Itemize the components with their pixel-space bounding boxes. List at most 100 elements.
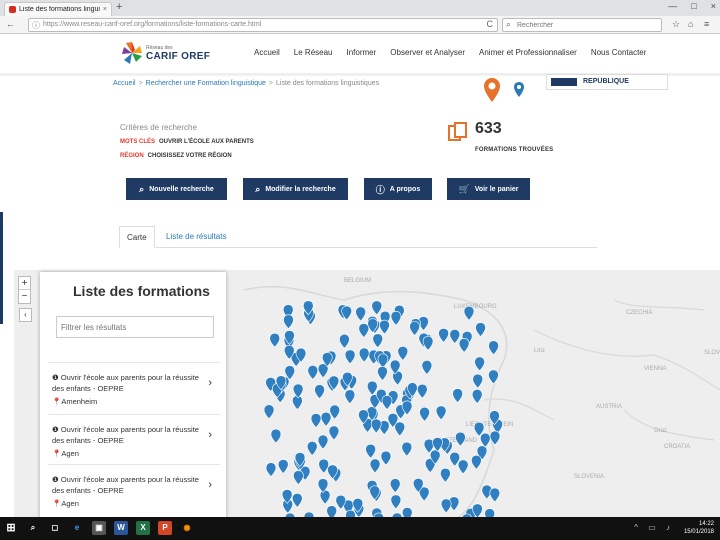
filter-input[interactable] [56,316,214,338]
map-marker[interactable] [291,492,303,508]
map-marker[interactable] [390,494,402,510]
map-marker[interactable] [265,462,277,478]
map-marker[interactable] [471,454,482,470]
map-marker[interactable] [488,340,499,356]
map-marker[interactable] [440,498,452,514]
search-icon[interactable]: ⌕ [26,521,40,535]
map-marker[interactable] [394,421,406,437]
map-marker[interactable] [377,353,389,369]
map-marker[interactable] [488,369,499,385]
view-cart-button[interactable]: 🛒 Voir le panier [447,178,530,200]
reload-icon[interactable]: C [487,19,494,29]
map-marker[interactable] [320,411,332,427]
map-marker[interactable] [479,432,491,448]
map-marker[interactable] [369,458,381,474]
map-marker[interactable] [390,311,402,326]
map-marker[interactable] [269,332,281,348]
firefox-icon[interactable]: ◉ [180,521,194,535]
map-marker[interactable] [452,388,463,404]
word-icon[interactable]: W [114,521,128,535]
about-button[interactable]: ⓘ A propos [364,178,432,200]
address-bar[interactable]: ⓘ https://www.reseau-carif-oref.org/form… [28,18,498,32]
zoom-in-button[interactable]: + [19,277,30,290]
chevron-right-icon[interactable]: › [208,377,212,389]
clock[interactable]: 14:22 15/01/2018 [684,520,714,536]
new-search-button[interactable]: ⌕ Nouvelle recherche [126,178,227,200]
map-marker[interactable] [372,333,384,349]
map-marker[interactable] [377,366,388,381]
browser-tab[interactable]: Liste des formations linguis... × [4,2,112,16]
map-marker[interactable] [381,395,393,410]
map-marker[interactable] [389,478,401,494]
map-marker[interactable] [371,300,383,316]
list-item[interactable]: ❶ Ouvrir l'école aux parents pour la réu… [48,464,220,510]
back-icon[interactable]: ← [6,19,15,29]
map-marker[interactable] [463,305,475,321]
modify-search-button[interactable]: ⌕ Modifier la recherche [243,178,348,200]
map-marker[interactable] [471,389,483,404]
zoom-out-button[interactable]: − [19,290,30,303]
map-marker[interactable] [292,395,303,410]
breadcrumb-recherche[interactable]: Rechercher une Formation linguistique [146,80,266,87]
list-item[interactable]: ❶ Ouvrir l'école aux parents pour la réu… [48,414,220,460]
edge-icon[interactable]: e [70,521,84,535]
tab-map[interactable]: Carte [119,226,155,248]
map-marker[interactable] [474,356,485,372]
minimize-icon[interactable]: — [668,1,677,11]
map-marker[interactable] [328,425,340,441]
map-marker[interactable] [277,459,289,474]
close-window-icon[interactable]: × [711,1,716,11]
map-marker[interactable] [379,319,390,335]
map-marker[interactable] [355,306,366,322]
chevron-right-icon[interactable]: › [208,479,212,491]
map-marker[interactable] [318,458,330,474]
map-marker[interactable] [449,329,461,344]
powerpoint-icon[interactable]: P [158,521,172,535]
map-marker[interactable] [419,406,430,422]
map-marker[interactable] [401,441,413,457]
map-marker[interactable] [397,346,409,361]
map-marker[interactable] [380,450,392,466]
map-marker[interactable] [472,373,484,389]
map-marker[interactable] [319,489,331,505]
map-marker[interactable] [370,418,382,434]
start-icon[interactable]: ⊞ [4,521,18,535]
map-marker[interactable] [314,384,325,400]
map-marker[interactable] [435,405,447,421]
url-text[interactable]: https://www.reseau-carif-oref.org/format… [43,21,261,28]
nav-le-reseau[interactable]: Le Réseau [294,48,333,57]
tab-list[interactable]: Liste de résultats [159,226,233,248]
nav-accueil[interactable]: Accueil [254,48,280,57]
map-marker[interactable] [339,333,350,349]
site-info-icon[interactable]: ⓘ [32,20,40,31]
map-marker[interactable] [475,322,486,337]
nav-animer[interactable]: Animer et Professionnaliser [479,48,577,57]
maximize-icon[interactable]: □ [691,1,696,11]
map-marker[interactable] [421,360,433,375]
map-marker[interactable] [438,328,449,343]
task-view-icon[interactable]: ◻ [48,521,62,535]
map-marker[interactable] [457,459,469,475]
map-marker[interactable] [306,441,318,456]
map-marker[interactable] [458,338,470,353]
nav-informer[interactable]: Informer [347,48,377,57]
nav-contact[interactable]: Nous Contacter [591,48,647,57]
nav-observer[interactable]: Observer et Analyser [390,48,465,57]
map-marker[interactable] [307,365,319,380]
map-marker[interactable] [489,487,501,503]
map-marker[interactable] [263,404,275,420]
map-marker[interactable] [310,413,322,428]
map-marker[interactable] [317,434,329,450]
map-marker[interactable] [344,389,356,405]
map-marker[interactable] [270,428,282,444]
map-marker[interactable] [293,470,304,485]
chevron-right-icon[interactable]: › [208,429,212,441]
excel-icon[interactable]: X [136,521,150,535]
map-marker[interactable] [416,383,428,399]
breadcrumb-accueil[interactable]: Accueil [113,80,136,87]
map-marker[interactable] [358,347,370,363]
map-marker[interactable] [358,323,370,338]
home-icon[interactable]: ⌂ [688,19,693,29]
new-tab-button[interactable]: + [116,1,122,13]
map-marker[interactable] [366,380,378,396]
